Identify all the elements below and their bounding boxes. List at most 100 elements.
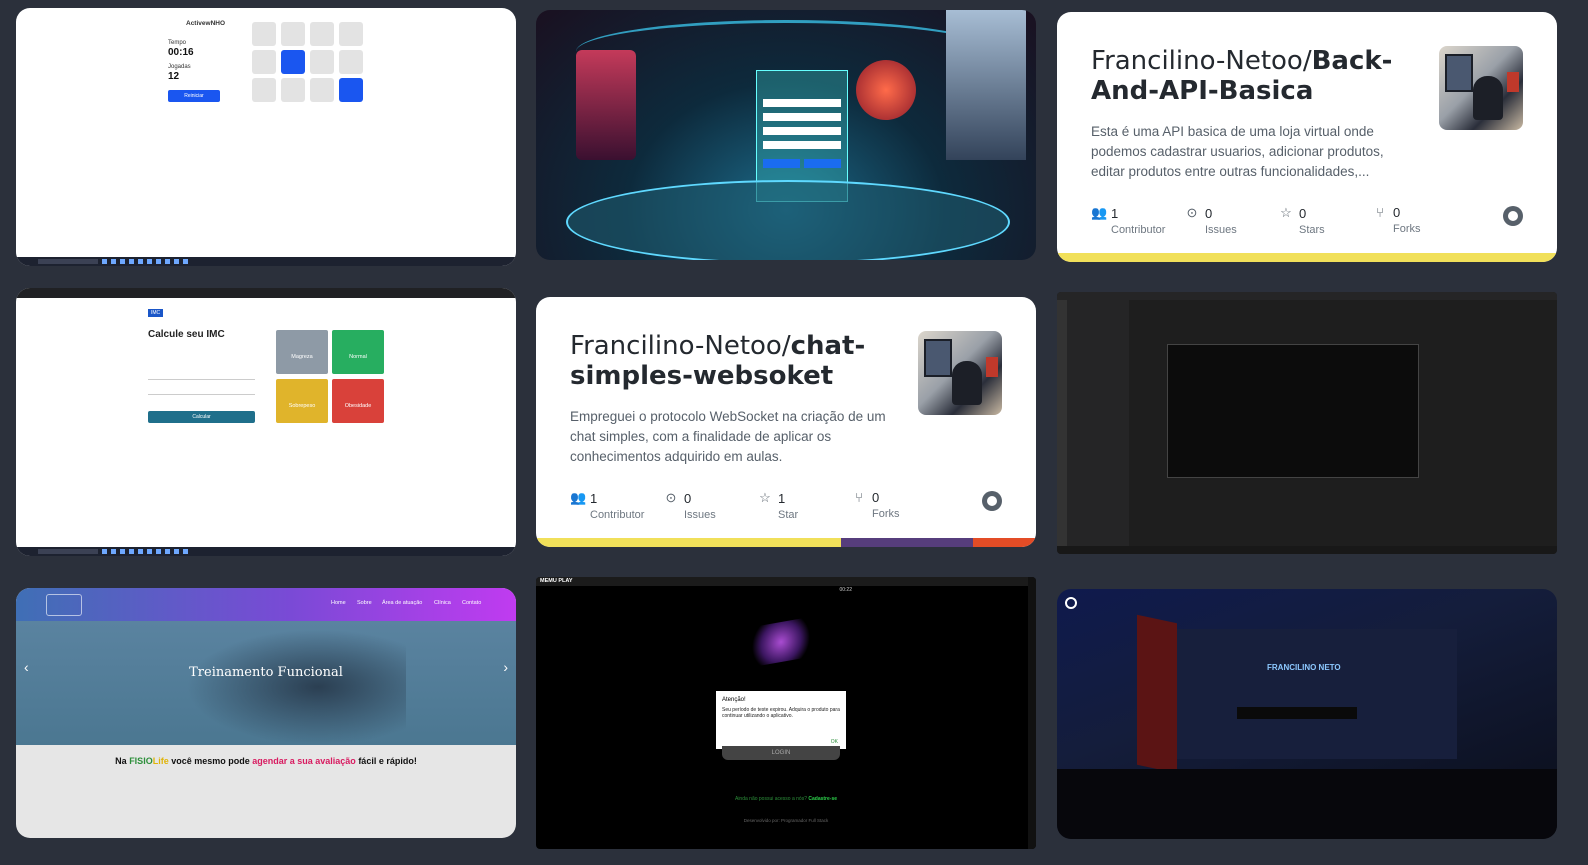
calculate-button[interactable]: Calcular [148, 411, 255, 423]
repo-description: Esta é uma API basica de uma loja virtua… [1091, 124, 1384, 179]
windows-taskbar [16, 257, 516, 266]
card-tile-revealed[interactable] [339, 78, 363, 102]
card-tile[interactable] [310, 78, 334, 102]
restart-button[interactable]: Reiniciar [168, 90, 220, 102]
nav-area[interactable]: Área de atuação [382, 600, 422, 606]
project-card-memory-game[interactable]: ActivewNHO Tempo 00:16 Jogadas 12 Reinic… [16, 8, 516, 266]
casino-table [566, 180, 1010, 260]
site-logo-icon [1065, 597, 1077, 609]
room-floor [1057, 769, 1557, 839]
hero-carousel: Treinamento Funcional ‹ › [16, 621, 516, 745]
explorer-panel [1067, 300, 1129, 546]
room-red-wall [1137, 614, 1177, 774]
nav-home[interactable]: Home [331, 600, 346, 606]
city-towers [946, 10, 1026, 160]
repo-title[interactable]: Francilino-Netoo/chat-simples-websoket [570, 331, 900, 391]
card-tile-revealed[interactable] [281, 50, 305, 74]
card-tile[interactable] [339, 50, 363, 74]
nav-sobre[interactable]: Sobre [357, 600, 372, 606]
card-tile[interactable] [252, 78, 276, 102]
issue-icon: ⊙ [1186, 205, 1198, 220]
github-icon[interactable] [1503, 206, 1523, 226]
athletes-silhouette [186, 629, 406, 745]
login-button[interactable]: LOGIN [722, 746, 840, 760]
login-field[interactable] [763, 141, 841, 149]
carousel-prev-icon[interactable]: ‹ [24, 659, 29, 675]
project-card-casino-login[interactable] [536, 10, 1036, 260]
site-logo [46, 594, 82, 616]
login-field[interactable] [763, 99, 841, 107]
nav-contato[interactable]: Contato [462, 600, 481, 606]
card-tile[interactable] [252, 50, 276, 74]
star-icon: ☆ [1280, 205, 1292, 220]
nav-clinica[interactable]: Clínica [434, 600, 451, 606]
forks-stat: ⑂ 0 Forks [1373, 205, 1467, 236]
repo-card-back-and-api[interactable]: Francilino-Netoo/Back-And-API-Basica Est… [1057, 12, 1557, 262]
game-title: ActivewNHO [186, 20, 226, 27]
card-tile[interactable] [252, 22, 276, 46]
repo-title[interactable]: Francilino-Netoo/Back-And-API-Basica [1091, 46, 1421, 106]
browser-bar [16, 288, 516, 298]
imc-logo: IMC [148, 309, 164, 317]
terminal-window [1167, 344, 1419, 478]
fork-icon: ⑂ [855, 490, 863, 505]
login-field[interactable] [763, 113, 841, 121]
login-field[interactable] [763, 127, 841, 135]
imc-category-sobrepeso: Sobrepeso [276, 379, 328, 423]
imc-category-normal: Normal [332, 330, 384, 374]
project-card-vscode[interactable] [1057, 292, 1557, 554]
forks-stat: ⑂ 0 Forks [852, 490, 946, 521]
height-input[interactable] [148, 370, 255, 380]
people-icon: 👥 [1091, 205, 1108, 220]
imc-category-obesidade: Obesidade [332, 379, 384, 423]
register-prompt: Ainda não possui acesso a nós? Cadastre-… [734, 796, 838, 802]
imc-category-magreza: Magreza [276, 330, 328, 374]
slot-machine-left [576, 50, 636, 160]
alert-dialog: Atenção! Seu período de teste expirou. A… [716, 691, 846, 749]
register-button[interactable] [804, 159, 841, 168]
imc-title: Calcule seu IMC [148, 329, 225, 340]
card-tile[interactable] [310, 22, 334, 46]
project-card-fisiolife[interactable]: Home Sobre Área de atuação Clínica Conta… [16, 588, 516, 838]
people-icon: 👥 [570, 490, 587, 505]
time-label: Tempo [168, 40, 187, 46]
login-button[interactable] [763, 159, 800, 168]
language-bar [1057, 253, 1557, 262]
card-tile[interactable] [339, 22, 363, 46]
site-navbar: Home Sobre Área de atuação Clínica Conta… [16, 588, 516, 621]
github-icon[interactable] [982, 491, 1002, 511]
weight-input[interactable] [148, 385, 255, 395]
issues-stat: ⊙ 0 Issues [665, 490, 716, 521]
desk [1237, 707, 1357, 719]
card-tile[interactable] [281, 22, 305, 46]
windows-taskbar [16, 547, 516, 556]
project-card-emulator[interactable]: MEMU PLAY 00:22 Atenção! Seu período de … [536, 577, 1036, 849]
register-link[interactable]: Cadastre-se [808, 796, 837, 802]
dialog-ok-button[interactable]: OK [831, 739, 838, 745]
tagline: Na FISIOLife você mesmo pode agendar a s… [115, 756, 417, 766]
time-value: 00:16 [168, 47, 194, 58]
issue-icon: ⊙ [665, 490, 677, 505]
avatar [1439, 46, 1523, 130]
carousel-next-icon[interactable]: › [503, 659, 508, 675]
repo-stats: 👥 1 Contributor ⊙ 0 Issues ☆ 0 Stars ⑂ 0 Forks [1091, 205, 1467, 236]
repo-description: Empreguei o protocolo WebSocket na criaç… [570, 409, 886, 464]
schedule-link[interactable]: agendar a sua avaliação [252, 756, 356, 766]
card-tile[interactable] [310, 50, 334, 74]
status-bar [1057, 546, 1557, 554]
slide-title: Treinamento Funcional [189, 665, 343, 680]
contributors-stat: 👥 1 Contributor [570, 490, 645, 521]
emulator-topbar: MEMU PLAY 00:22 [536, 577, 1036, 593]
fork-icon: ⑂ [1376, 205, 1384, 220]
contributors-stat: 👥 1 Contributor [1091, 205, 1166, 236]
card-tile[interactable] [281, 78, 305, 102]
issues-stat: ⊙ 0 Issues [1186, 205, 1237, 236]
repo-stats: 👥 1 Contributor ⊙ 0 Issues ☆ 1 Star ⑂ 0 Forks [570, 490, 946, 521]
project-card-3d-room[interactable]: FRANCILINO NETO [1057, 589, 1557, 839]
project-card-imc[interactable]: IMC Calcule seu IMC Calcular Magreza Nor… [16, 288, 516, 556]
repo-card-chat-websoket[interactable]: Francilino-Netoo/chat-simples-websoket E… [536, 297, 1036, 547]
editor-tabs [1057, 292, 1557, 300]
emulator-footer: Desenvolvido por: Programador Full Stack [743, 818, 829, 823]
stars-stat: ☆ 1 Star [759, 490, 799, 521]
room-sign: FRANCILINO NETO [1267, 663, 1341, 672]
